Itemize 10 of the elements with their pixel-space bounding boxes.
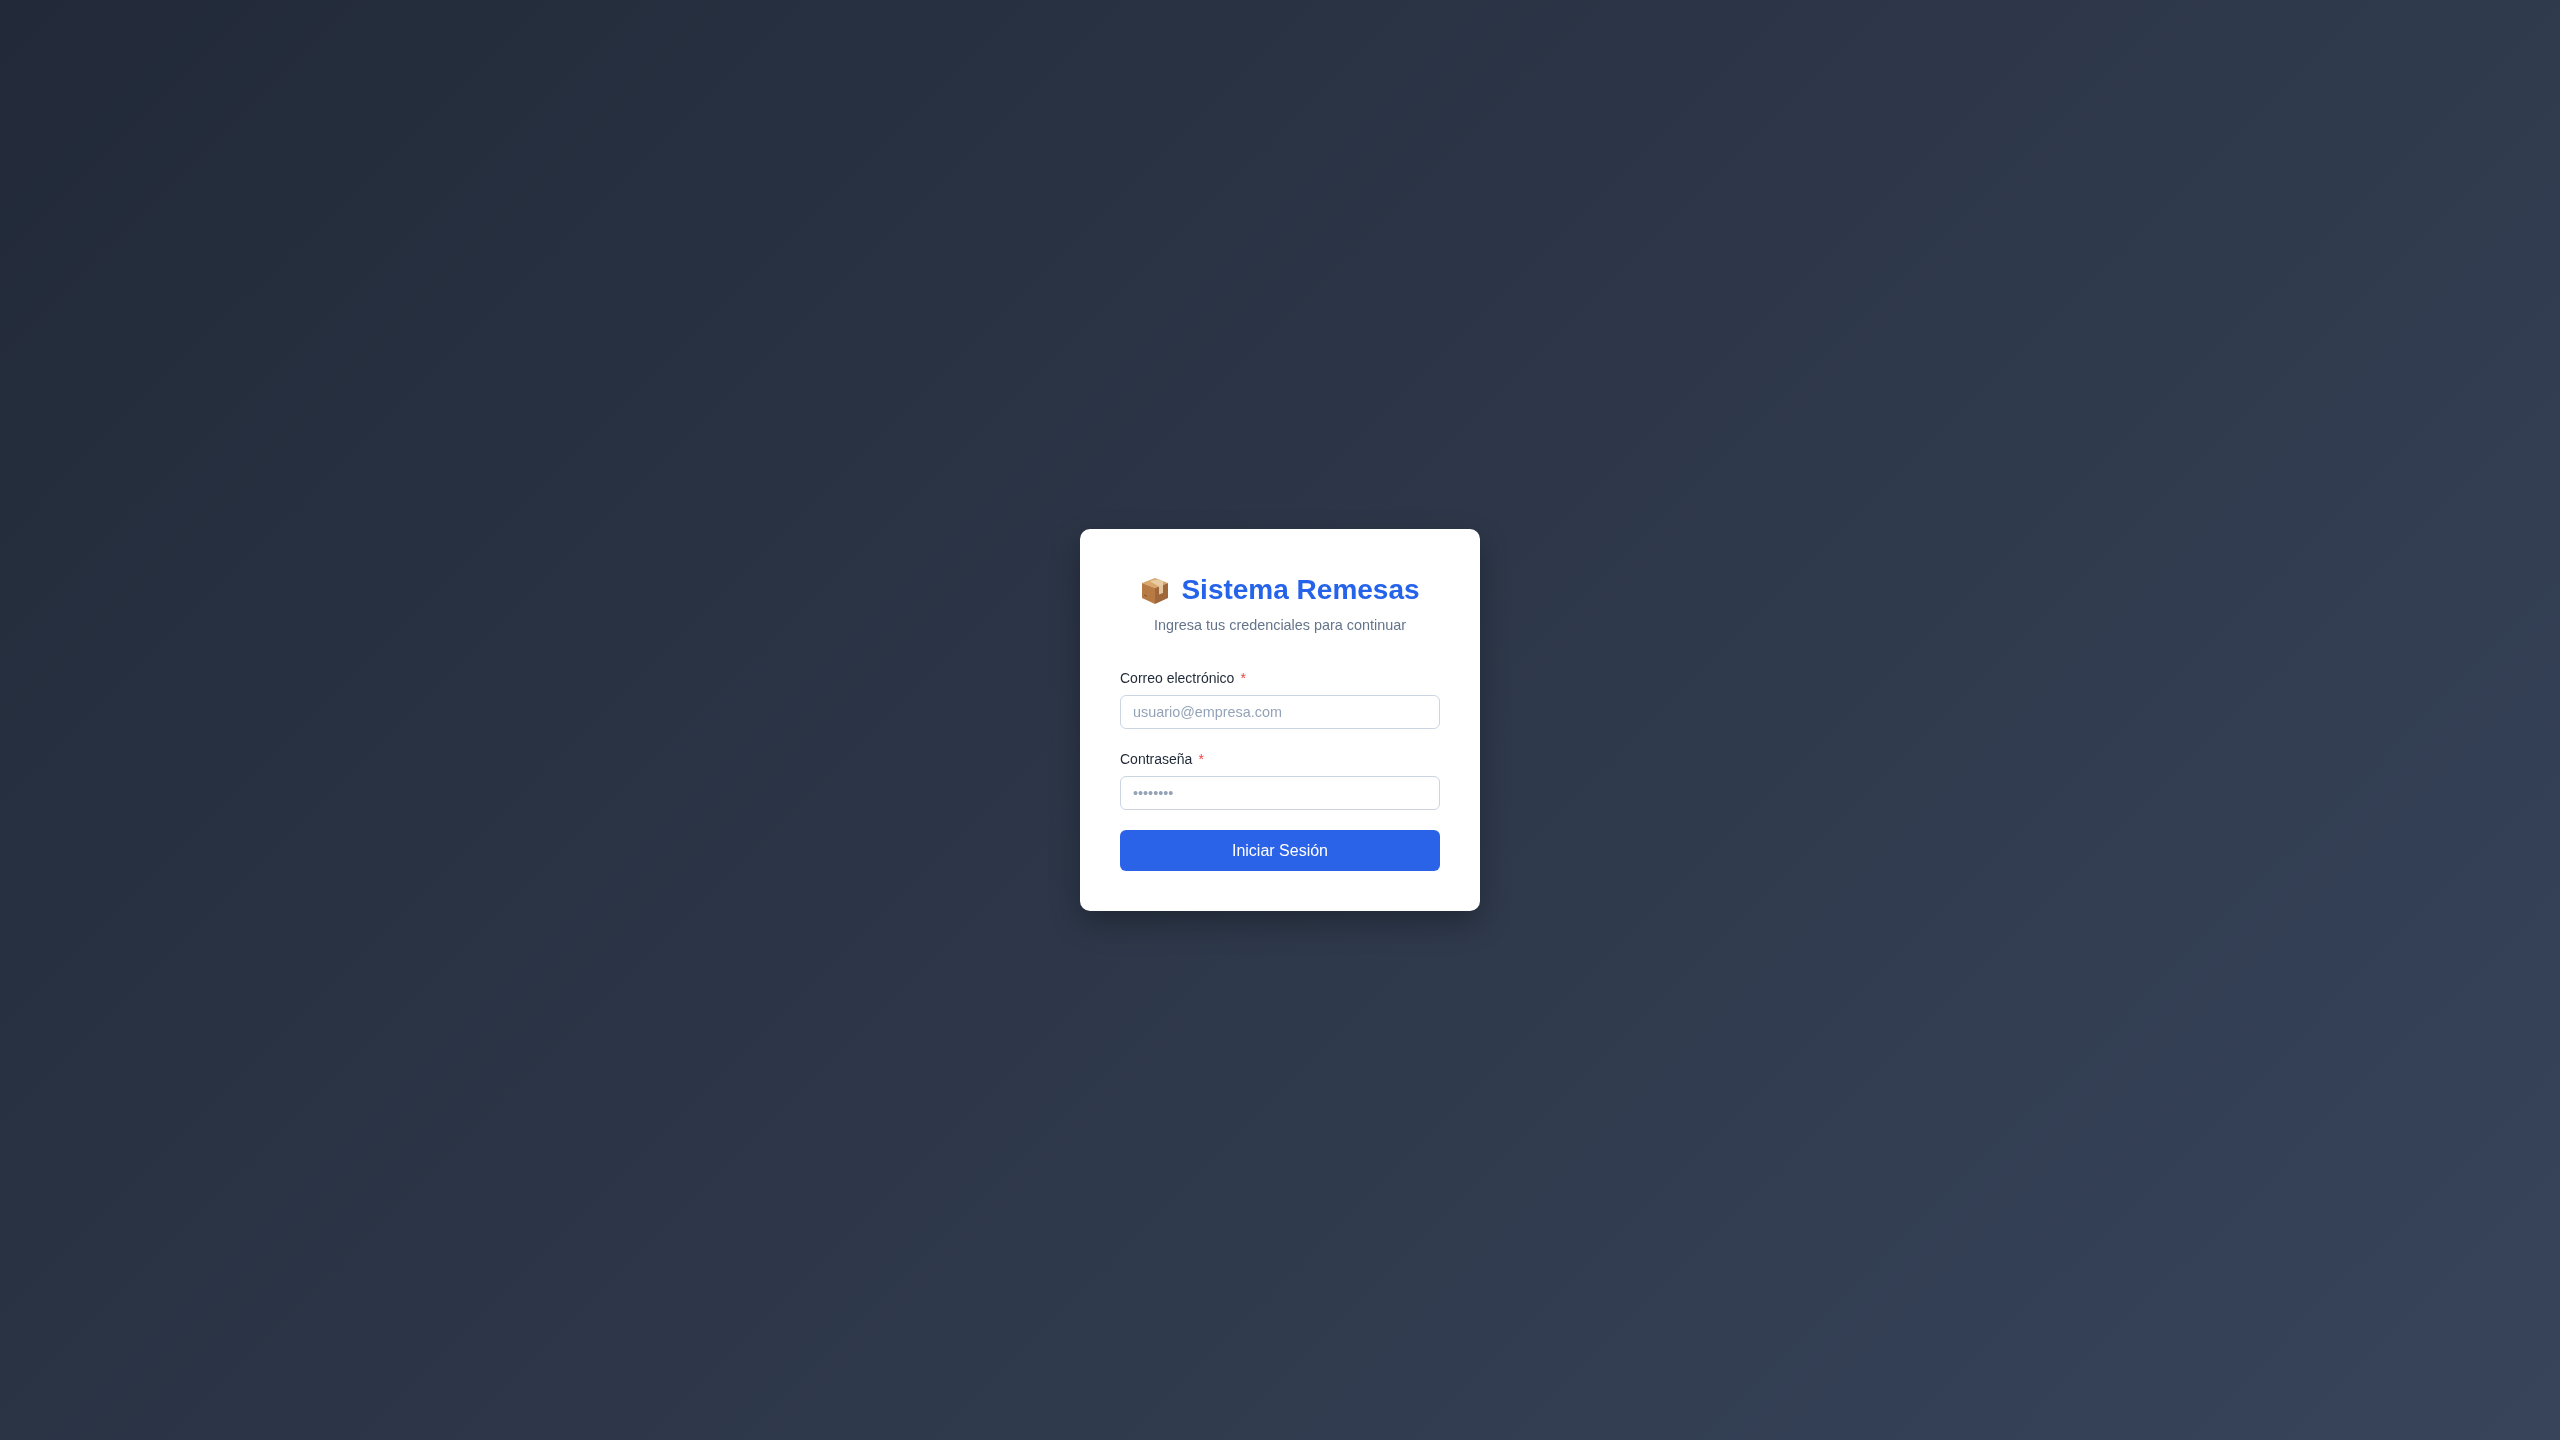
subtitle: Ingresa tus credenciales para continuar	[1153, 616, 1407, 635]
package-icon	[1140, 575, 1171, 605]
field-label: Correo electrónico	[1120, 669, 1235, 688]
field-label: Contraseña	[1120, 750, 1193, 769]
login-button[interactable]: Iniciar Sesión	[1120, 830, 1440, 871]
app-title: Sistema Remesas	[1181, 573, 1420, 607]
required-asterisk: *	[1198, 750, 1204, 769]
password-field[interactable]: ••••••••	[1120, 776, 1440, 810]
email-field[interactable]: usuario@empresa.com	[1120, 695, 1440, 729]
required-asterisk: *	[1240, 669, 1246, 688]
